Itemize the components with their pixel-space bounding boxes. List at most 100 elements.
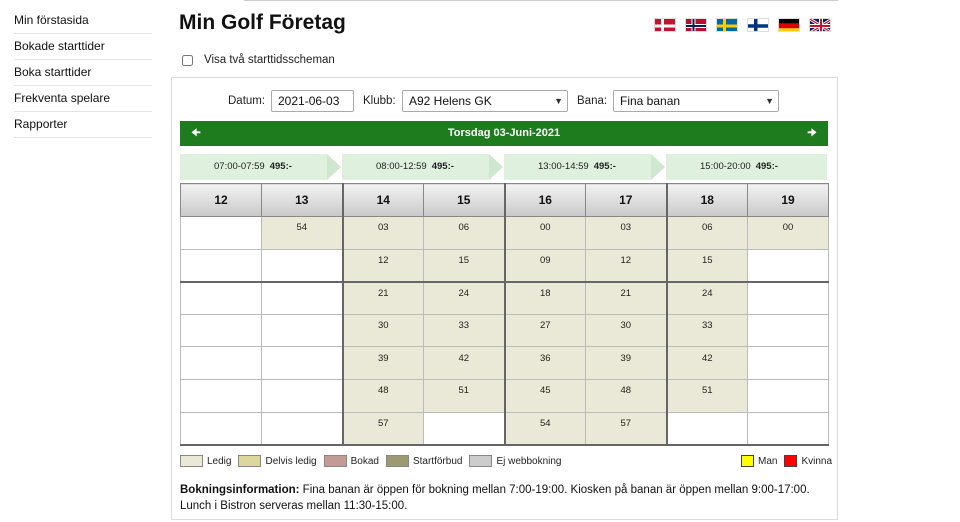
- legend-label: Ej webbokning: [496, 455, 562, 467]
- tee-time-slot[interactable]: 33: [423, 313, 505, 348]
- time-tab-1[interactable]: 07:00-07:59 495:-: [180, 154, 342, 180]
- next-arrow-icon[interactable]: 🠊: [804, 121, 820, 146]
- legend-woman: Kvinna: [784, 455, 832, 467]
- tee-time-slot[interactable]: 48: [585, 378, 667, 413]
- tee-time-slot[interactable]: 39: [585, 346, 667, 380]
- time-tab-range: 08:00-12:59: [376, 161, 427, 172]
- hour-header: 13: [261, 183, 343, 217]
- show-two-schedules-checkbox[interactable]: [182, 54, 193, 66]
- tee-time-slot[interactable]: 51: [665, 378, 748, 413]
- club-label: Klubb:: [363, 95, 396, 107]
- legend-partial: Delvis ledig: [238, 455, 317, 467]
- sidebar-item-home[interactable]: Min förstasida: [14, 8, 152, 34]
- tee-time-slot[interactable]: 33: [665, 313, 748, 348]
- empty-slot: [261, 313, 343, 348]
- tee-time-slot[interactable]: 15: [665, 248, 748, 283]
- tee-time-slot[interactable]: 06: [423, 216, 505, 250]
- hour-header: 18: [665, 183, 748, 217]
- hour-header: 12: [180, 183, 262, 217]
- gender-legend: Man Kvinna: [741, 455, 832, 467]
- sidebar-item-reports[interactable]: Rapporter: [14, 112, 152, 138]
- legend-swatch: [469, 455, 493, 467]
- table-row: 39 42 36 39 42: [180, 346, 829, 380]
- day-navigation-bar: 🠈 Torsdag 03-Juni-2021 🠊: [180, 121, 828, 146]
- course-select-value: Fina banan: [620, 94, 681, 108]
- prev-arrow-icon[interactable]: 🠈: [188, 121, 204, 146]
- tee-time-slot[interactable]: 54: [261, 216, 343, 250]
- uk-flag-icon[interactable]: [809, 18, 831, 32]
- time-tab-range: 15:00-20:00: [700, 161, 751, 172]
- legend-free: Ledig: [180, 455, 231, 467]
- tee-time-slot[interactable]: 00: [503, 216, 586, 250]
- time-tab-price: 495:-: [593, 161, 616, 172]
- finnish-flag-icon[interactable]: [747, 18, 769, 32]
- time-tab-2[interactable]: 08:00-12:59 495:-: [342, 154, 504, 180]
- club-select-value: A92 Helens GK: [409, 94, 492, 108]
- tee-time-slot[interactable]: 54: [503, 411, 586, 446]
- tee-time-slot[interactable]: 06: [665, 216, 748, 250]
- club-select[interactable]: A92 Helens GK ▼: [402, 90, 568, 112]
- legend-swatch: [180, 455, 203, 467]
- empty-slot: [180, 216, 262, 250]
- tee-time-slot[interactable]: 42: [423, 346, 505, 380]
- tee-time-slot[interactable]: 30: [341, 313, 424, 348]
- empty-slot: [180, 411, 262, 446]
- tee-time-slot[interactable]: 12: [585, 248, 667, 283]
- language-flags: [654, 18, 831, 32]
- tee-time-slot[interactable]: 57: [341, 411, 424, 446]
- top-divider: [244, 0, 838, 3]
- tee-time-grid: 12 13 14 15 16 17 18 19 54 03 06 00 03 06 00 12 15 09 12 1…: [180, 183, 829, 446]
- tee-time-slot[interactable]: 09: [503, 248, 586, 283]
- tee-time-slot[interactable]: 57: [585, 411, 667, 446]
- hour-header: 17: [585, 183, 667, 217]
- tee-time-slot[interactable]: 27: [503, 313, 586, 348]
- sidebar-item-book-times[interactable]: Boka starttider: [14, 60, 152, 86]
- show-two-schedules-option[interactable]: Visa två starttidsscheman: [181, 54, 335, 66]
- tee-time-slot[interactable]: 15: [423, 248, 505, 283]
- sidebar-item-frequent-players[interactable]: Frekventa spelare: [14, 86, 152, 112]
- tee-time-slot[interactable]: 24: [423, 280, 505, 315]
- tee-time-slot[interactable]: 39: [341, 346, 424, 380]
- legend-label: Delvis ledig: [265, 455, 317, 467]
- legend-start-ban: Startförbud: [385, 455, 462, 467]
- empty-slot: [180, 313, 262, 348]
- chevron-down-icon: ▼: [554, 96, 563, 106]
- empty-slot: [261, 346, 343, 380]
- tee-time-slot[interactable]: 12: [341, 248, 424, 283]
- course-select[interactable]: Fina banan ▼: [613, 90, 779, 112]
- hour-header-row: 12 13 14 15 16 17 18 19: [180, 183, 829, 217]
- german-flag-icon[interactable]: [778, 18, 800, 32]
- swedish-flag-icon[interactable]: [716, 18, 738, 32]
- empty-slot: [180, 248, 262, 283]
- tee-time-slot[interactable]: 18: [503, 280, 586, 315]
- legend-label: Kvinna: [801, 455, 833, 467]
- tee-time-slot[interactable]: 36: [503, 346, 586, 380]
- tee-time-slot[interactable]: 00: [747, 216, 829, 250]
- legend-booked: Bokad: [323, 455, 379, 467]
- empty-slot: [747, 280, 829, 315]
- sidebar-item-booked-times[interactable]: Bokade starttider: [14, 34, 152, 60]
- tee-time-slot[interactable]: 51: [423, 378, 505, 413]
- tee-time-slot[interactable]: 21: [341, 280, 424, 315]
- norwegian-flag-icon[interactable]: [685, 18, 707, 32]
- tee-time-slot[interactable]: 48: [341, 378, 424, 413]
- page-title: Min Golf Företag: [179, 11, 346, 34]
- empty-slot: [747, 411, 829, 446]
- tee-time-slot[interactable]: 03: [585, 216, 667, 250]
- time-tab-price: 495:-: [755, 161, 778, 172]
- tee-time-slot[interactable]: 45: [503, 378, 586, 413]
- legend-swatch: [784, 455, 798, 467]
- time-tab-4[interactable]: 15:00-20:00 495:-: [666, 154, 828, 180]
- date-input[interactable]: 2021-06-03: [271, 90, 354, 112]
- tee-time-slot[interactable]: 21: [585, 280, 667, 315]
- tee-time-slot[interactable]: 42: [665, 346, 748, 380]
- time-tab-3[interactable]: 13:00-14:59 495:-: [504, 154, 666, 180]
- tee-time-slot[interactable]: 24: [665, 280, 748, 315]
- legend-swatch: [323, 455, 347, 467]
- tee-time-slot[interactable]: 03: [341, 216, 424, 250]
- time-tab-price: 495:-: [431, 161, 454, 172]
- table-row: 57 54 57: [180, 411, 829, 446]
- tee-time-slot[interactable]: 30: [585, 313, 667, 348]
- danish-flag-icon[interactable]: [654, 18, 676, 32]
- time-tab-range: 07:00-07:59: [214, 161, 265, 172]
